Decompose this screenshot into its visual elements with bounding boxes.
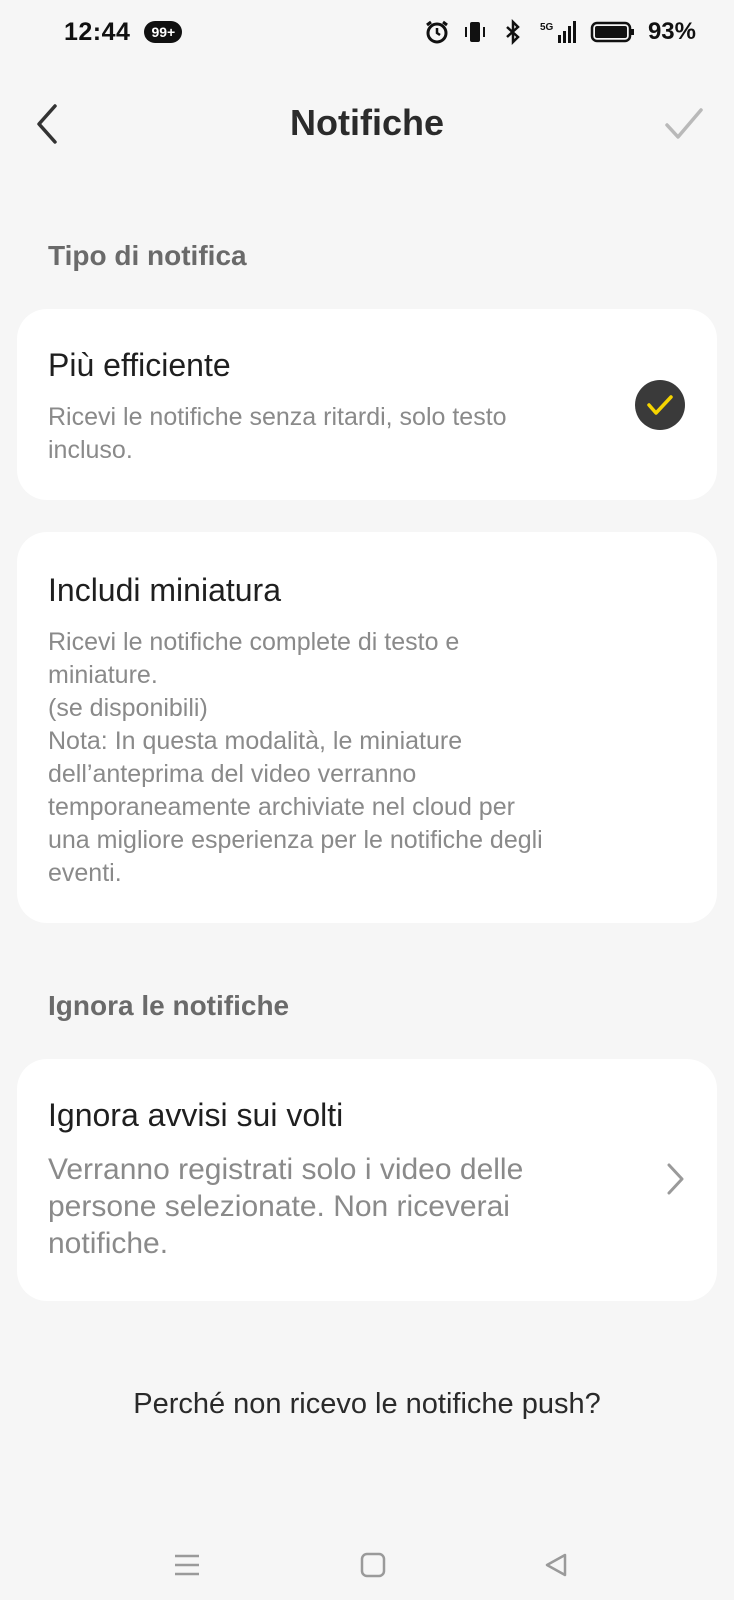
ignore-face-alerts-row[interactable]: Ignora avvisi sui volti Verranno registr… <box>17 1059 717 1301</box>
section-title-ignore: Ignora le notifiche <box>48 990 290 1021</box>
home-square-icon[interactable] <box>348 1540 398 1590</box>
status-bar: 12:44 99+ 5G 93% <box>0 0 734 64</box>
page-title: Notifiche <box>289 102 444 143</box>
option-card-efficient[interactable]: Più efficiente Ricevi le notifiche senza… <box>17 309 717 500</box>
status-bar-right: 5G 93% <box>424 18 696 46</box>
selected-check-icon <box>635 380 685 430</box>
option-title: Includi miniatura <box>48 572 281 608</box>
description-line: notifiche. <box>48 1227 169 1260</box>
description-line: Nota: In questa modalità, le miniature <box>48 727 463 755</box>
battery-icon <box>590 19 636 45</box>
row-title: Ignora avvisi sui volti <box>48 1097 344 1133</box>
vibrate-icon <box>462 19 488 45</box>
section-title-notification-type: Tipo di notifica <box>48 240 247 271</box>
description-line: (se disponibili) <box>48 694 208 722</box>
description-line: Ricevi le notifiche complete di testo e <box>48 628 460 656</box>
header: Notifiche <box>0 88 734 162</box>
status-bar-left: 12:44 99+ <box>64 17 183 47</box>
bluetooth-icon <box>500 19 526 45</box>
description-line: temporaneamente archiviate nel cloud per <box>48 793 515 821</box>
back-triangle-icon[interactable] <box>531 1540 581 1590</box>
battery-percentage: 93% <box>647 18 696 45</box>
5g-signal-icon: 5G <box>538 19 578 45</box>
push-notifications-help-link[interactable]: Perché non ricevo le notifiche push? <box>0 1388 734 1421</box>
notification-count-badge: 99+ <box>144 21 183 43</box>
description-line: miniature. <box>48 661 158 689</box>
option-card-include-thumbnail[interactable]: Includi miniatura Ricevi le notifiche co… <box>17 532 717 923</box>
option-description: Ricevi le notifiche senza ritardi, solo … <box>48 403 507 464</box>
row-description: Verranno registrati solo i video delle p… <box>48 1151 628 1262</box>
option-description: Ricevi le notifiche complete di testo e … <box>48 626 648 890</box>
alarm-icon <box>424 19 450 45</box>
description-line: una migliore esperienza per le notifiche… <box>48 826 543 854</box>
option-title: Più efficiente <box>48 347 231 383</box>
menu-icon[interactable] <box>162 1540 212 1590</box>
description-line: Verranno registrati solo i video delle <box>48 1153 524 1186</box>
check-icon <box>664 107 704 146</box>
description-line: dell’anteprima del video verranno <box>48 760 417 788</box>
system-nav-bar <box>0 1540 734 1600</box>
svg-text:5G: 5G <box>540 22 554 33</box>
description-line: eventi. <box>48 859 122 887</box>
chevron-right-icon <box>660 1159 690 1199</box>
confirm-button[interactable] <box>656 98 712 154</box>
description-line: persone selezionate. Non riceverai <box>48 1190 510 1223</box>
status-time: 12:44 <box>64 17 131 46</box>
